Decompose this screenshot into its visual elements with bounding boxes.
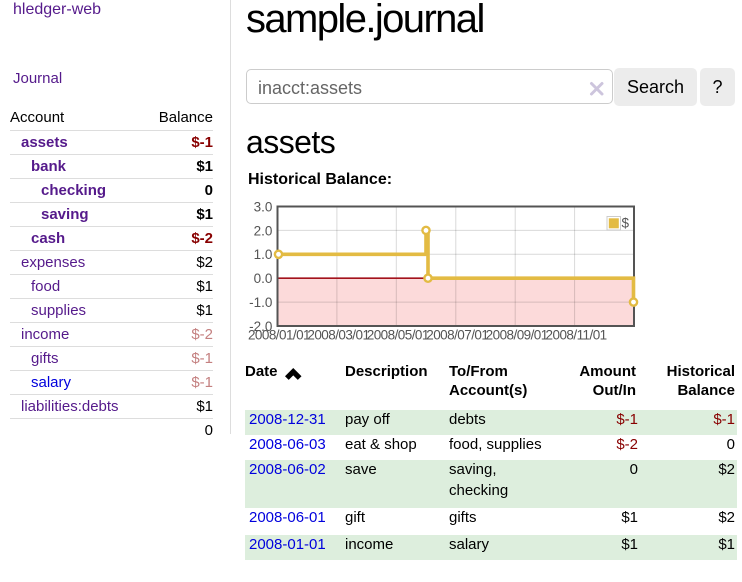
svg-text:2008/01/01: 2008/01/01 [248, 328, 310, 343]
svg-text:$: $ [622, 216, 630, 231]
svg-text:2.0: 2.0 [254, 223, 273, 238]
svg-text:3.0: 3.0 [254, 199, 273, 214]
svg-text:-1.0: -1.0 [249, 295, 272, 310]
svg-text:2008/03/01: 2008/03/01 [307, 328, 369, 343]
svg-text:2008/05/01: 2008/05/01 [367, 328, 429, 343]
svg-text:0.0: 0.0 [254, 271, 273, 286]
svg-text:2008/11/01: 2008/11/01 [546, 328, 607, 343]
svg-text:1.0: 1.0 [254, 247, 273, 262]
svg-text:2008/07/01: 2008/07/01 [426, 328, 488, 343]
svg-text:2008/09/01: 2008/09/01 [486, 328, 548, 343]
